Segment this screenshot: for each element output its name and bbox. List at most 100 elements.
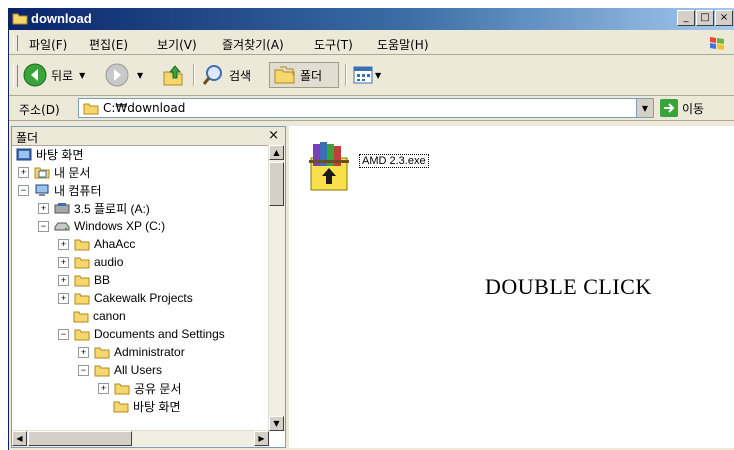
- tree-item-label: BB: [94, 273, 111, 287]
- folder-open-icon: [74, 329, 90, 340]
- horizontal-scroll-thumb[interactable]: [28, 431, 132, 446]
- menu-view[interactable]: 보기(V): [157, 36, 197, 53]
- tree-item-label: canon: [93, 309, 126, 323]
- menu-help[interactable]: 도움말(H): [377, 36, 429, 53]
- expand-icon[interactable]: +: [18, 166, 29, 178]
- window-title: download: [31, 11, 92, 26]
- up-folder-icon: [163, 65, 183, 86]
- tree-item-ahaacc[interactable]: + AhaAcc: [58, 235, 135, 253]
- go-button[interactable]: 이동: [660, 98, 704, 118]
- tree-item-documents-and-settings[interactable]: − Documents and Settings: [58, 325, 225, 343]
- folder-icon: [114, 383, 130, 394]
- go-label: 이동: [682, 101, 705, 116]
- folder-tree-horizontal-scrollbar[interactable]: ◀ ▶: [12, 430, 269, 447]
- title-bar[interactable]: download _ □ ×: [9, 8, 734, 30]
- tree-item-all-users-desktop[interactable]: 바탕 화면: [113, 397, 181, 415]
- folder-icon: [74, 275, 90, 286]
- computer-icon: [35, 184, 49, 196]
- windows-logo-icon: [710, 37, 724, 50]
- menu-tools[interactable]: 도구(T): [314, 36, 353, 53]
- folder-icon: [73, 311, 89, 322]
- scroll-down-button[interactable]: ▼: [269, 416, 284, 431]
- back-button[interactable]: 뒤로 ▼: [23, 62, 85, 88]
- minimize-button[interactable]: _: [677, 10, 695, 26]
- expand-icon[interactable]: +: [98, 382, 109, 394]
- file-item[interactable]: AMD 2.3.exe: [301, 138, 451, 194]
- folders-icon: [274, 66, 295, 84]
- tree-item-canon[interactable]: canon: [73, 307, 126, 325]
- tree-item-label: audio: [94, 255, 124, 269]
- tree-item-bb[interactable]: + BB: [58, 271, 110, 289]
- tree-item-label: 바탕 화면: [133, 399, 181, 414]
- tree-item-label: Windows XP (C:): [74, 219, 166, 233]
- forward-button[interactable]: ▼: [105, 62, 143, 88]
- folders-pane-title: 폴더: [16, 131, 39, 145]
- menu-file[interactable]: 파일(F): [29, 36, 67, 53]
- hard-drive-icon: [54, 222, 70, 230]
- winrar-archive-icon: [309, 142, 349, 191]
- folder-open-icon: [94, 365, 110, 376]
- expand-icon[interactable]: +: [58, 238, 69, 250]
- collapse-icon[interactable]: −: [38, 220, 49, 232]
- tree-item-drive-c[interactable]: − Windows XP (C:): [38, 217, 165, 235]
- menu-grip[interactable]: [13, 35, 18, 51]
- folders-label: 폴더: [300, 68, 323, 83]
- views-button[interactable]: ▼: [353, 62, 381, 88]
- tree-item-audio[interactable]: + audio: [58, 253, 123, 271]
- expand-icon[interactable]: +: [78, 346, 89, 358]
- up-folder-button[interactable]: [161, 62, 185, 88]
- forward-dropdown-icon[interactable]: ▼: [137, 71, 143, 80]
- address-value: C:₩download: [103, 101, 186, 115]
- search-button[interactable]: 검색: [201, 62, 251, 88]
- folder-tree-vertical-scrollbar[interactable]: ▲ ▼: [268, 145, 285, 431]
- address-dropdown-button[interactable]: ▼: [636, 99, 653, 117]
- tree-item-label: Administrator: [114, 345, 185, 359]
- menu-edit[interactable]: 편집(E): [89, 36, 128, 53]
- tree-item-cakewalk-projects[interactable]: + Cakewalk Projects: [58, 289, 193, 307]
- tree-item-all-users[interactable]: − All Users: [78, 361, 162, 379]
- scroll-thumb[interactable]: [269, 162, 284, 206]
- tree-item-my-computer[interactable]: − 내 컴퓨터: [18, 181, 102, 199]
- views-icon: [353, 66, 373, 84]
- toolbar-grip[interactable]: [13, 65, 18, 87]
- folder-icon: [74, 293, 90, 304]
- tree-item-label: All Users: [114, 363, 163, 377]
- file-name: AMD 2.3.exe: [359, 154, 429, 168]
- desktop-icon: [16, 148, 32, 160]
- expand-icon[interactable]: +: [58, 256, 69, 268]
- tree-item-label: Documents and Settings: [94, 327, 225, 341]
- back-dropdown-icon[interactable]: ▼: [79, 71, 85, 80]
- folders-button[interactable]: 폴더: [269, 62, 339, 88]
- collapse-icon[interactable]: −: [18, 184, 29, 196]
- maximize-button[interactable]: □: [696, 10, 714, 26]
- back-arrow-icon: [23, 63, 47, 87]
- address-label: 주소(D): [19, 103, 60, 117]
- scroll-up-button[interactable]: ▲: [269, 145, 284, 160]
- menu-bar: 파일(F) 편집(E) 보기(V) 즐겨찾기(A) 도구(T) 도움말(H): [9, 32, 734, 55]
- collapse-icon[interactable]: −: [78, 364, 89, 376]
- toolbar-separator: [345, 64, 347, 86]
- folder-icon: [74, 257, 90, 268]
- menu-favorites[interactable]: 즐겨찾기(A): [222, 36, 284, 53]
- close-button[interactable]: ×: [715, 10, 733, 26]
- tree-item-label: AhaAcc: [94, 237, 136, 251]
- tree-item-administrator[interactable]: + Administrator: [78, 343, 185, 361]
- folder-icon: [94, 347, 110, 358]
- tree-item-my-documents[interactable]: + 내 문서: [18, 163, 90, 181]
- address-input[interactable]: C:₩download ▼: [78, 98, 654, 118]
- expand-icon[interactable]: +: [58, 292, 69, 304]
- folders-pane-close-button[interactable]: ×: [268, 128, 279, 143]
- tree-item-desktop[interactable]: 바탕 화면: [16, 145, 84, 163]
- expand-icon[interactable]: +: [38, 202, 49, 214]
- expand-icon[interactable]: +: [58, 274, 69, 286]
- tree-item-label: 내 문서: [54, 165, 91, 180]
- views-dropdown-icon[interactable]: ▼: [375, 71, 381, 80]
- scroll-left-button[interactable]: ◀: [12, 431, 27, 446]
- tree-item-label: 3.5 플로피 (A:): [74, 201, 150, 216]
- tree-item-label: 바탕 화면: [36, 147, 84, 162]
- tree-item-floppy[interactable]: + 3.5 플로피 (A:): [38, 199, 150, 217]
- collapse-icon[interactable]: −: [58, 328, 69, 340]
- tree-item-shared-documents[interactable]: + 공유 문서: [98, 379, 182, 397]
- scroll-right-button[interactable]: ▶: [254, 431, 269, 446]
- folder-icon: [12, 13, 28, 25]
